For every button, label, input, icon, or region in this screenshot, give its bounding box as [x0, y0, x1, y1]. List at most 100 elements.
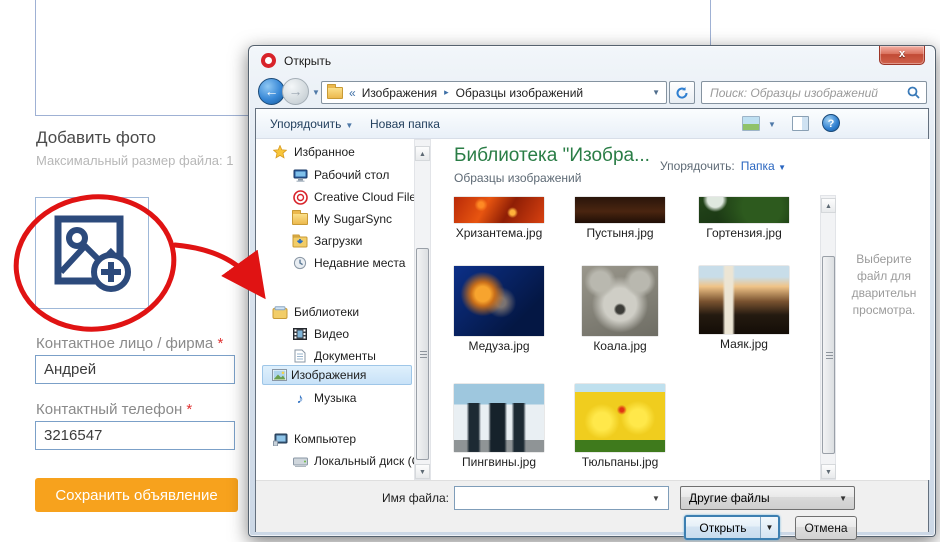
add-photo-title: Добавить фото — [36, 128, 156, 148]
contact-name-input[interactable] — [35, 355, 235, 384]
folder-icon — [327, 87, 343, 99]
preview-text-line: просмотра. — [838, 302, 930, 319]
file-thumbnail — [582, 266, 658, 336]
filename-label: Имя файла: — [382, 491, 449, 505]
address-dropdown-icon[interactable]: ▼ — [652, 88, 660, 97]
search-icon[interactable] — [907, 86, 920, 99]
filetype-select[interactable]: Другие файлы ▼ — [680, 486, 855, 510]
sidebar-item-favorites[interactable]: Избранное — [272, 142, 355, 162]
file-thumbnail — [575, 197, 665, 223]
scrollbar-thumb[interactable] — [416, 248, 429, 460]
file-item[interactable]: Пустыня.jpg — [564, 197, 676, 240]
open-split-arrow-icon[interactable]: ▼ — [760, 517, 778, 538]
breadcrumb[interactable]: « Изображения ▸ Образцы изображений ▼ — [321, 81, 667, 104]
file-list-scrollbar[interactable]: ▲ ▼ — [820, 195, 836, 480]
chevron-down-icon: ▼ — [839, 494, 847, 503]
close-button[interactable]: x — [879, 46, 925, 65]
open-button-group: Открыть ▼ — [684, 515, 780, 540]
pictures-icon — [271, 367, 287, 383]
file-list: Библиотека "Изобра... Образцы изображени… — [432, 139, 820, 480]
preview-pane-icon[interactable] — [792, 116, 809, 131]
breadcrumb-item-sample-pictures[interactable]: Образцы изображений — [456, 86, 583, 100]
sidebar-item-creative-cloud[interactable]: Creative Cloud Files — [292, 187, 422, 207]
file-item[interactable]: Медуза.jpg — [443, 266, 555, 353]
back-button[interactable]: ← — [258, 78, 285, 105]
file-thumbnail — [454, 266, 544, 336]
scroll-up-icon[interactable]: ▲ — [821, 198, 836, 213]
scroll-down-icon[interactable]: ▼ — [415, 464, 430, 479]
star-icon — [272, 144, 288, 160]
search-placeholder: Поиск: Образцы изображений — [710, 86, 878, 100]
chevron-down-icon: ▼ — [345, 121, 353, 130]
red-arrow-annotation — [175, 245, 254, 283]
sidebar-item-libraries[interactable]: Библиотеки — [272, 302, 359, 322]
sidebar-item-recent-places[interactable]: Недавние места — [292, 253, 405, 273]
scroll-down-icon[interactable]: ▼ — [821, 464, 836, 479]
file-item[interactable]: Гортензия.jpg — [688, 197, 800, 240]
preview-pane: Выберите файл для дварительн просмотра. — [838, 139, 930, 480]
desktop-icon — [292, 167, 308, 183]
sidebar-item-sugarsync[interactable]: My SugarSync — [292, 209, 392, 229]
library-title: Библиотека "Изобра... — [454, 145, 650, 167]
sidebar-scrollbar[interactable]: ▲ ▼ — [414, 139, 431, 480]
upload-photo-dropzone[interactable] — [35, 197, 149, 309]
back-icon: ← — [265, 83, 279, 99]
sidebar-item-local-disk[interactable]: Локальный диск (C — [292, 451, 420, 471]
sidebar-item-pictures[interactable]: Изображения — [262, 365, 412, 385]
dialog-footer: Имя файла: ▼ Другие файлы ▼ Открыть ▼ От… — [256, 480, 928, 532]
opera-icon — [261, 53, 276, 68]
breadcrumb-prefix[interactable]: « — [349, 86, 356, 100]
sidebar-item-desktop[interactable]: Рабочий стол — [292, 165, 389, 185]
file-item[interactable]: Тюльпаны.jpg — [564, 384, 676, 469]
help-icon[interactable]: ? — [822, 114, 840, 132]
forward-icon: → — [289, 83, 303, 99]
scrollbar-thumb[interactable] — [822, 256, 835, 454]
library-subtitle: Образцы изображений — [454, 171, 581, 185]
preview-text-line: Выберите — [838, 251, 930, 268]
open-button[interactable]: Открыть — [686, 517, 760, 538]
address-bar: ← → ▼ « Изображения ▸ Образцы изображени… — [249, 77, 935, 107]
open-file-dialog: Открыть x ← → ▼ « Изображения ▸ Образцы … — [248, 45, 936, 537]
contact-name-label: Контактное лицо / фирма * — [36, 335, 223, 352]
sidebar-item-downloads[interactable]: Загрузки — [292, 231, 362, 251]
forward-button[interactable]: → — [282, 78, 309, 105]
file-thumbnail — [454, 384, 544, 452]
documents-icon — [292, 348, 308, 364]
dialog-title: Открыть — [284, 54, 331, 68]
refresh-button[interactable] — [669, 81, 695, 104]
folder-icon — [292, 211, 308, 227]
breadcrumb-item-pictures[interactable]: Изображения — [362, 86, 437, 100]
sidebar-item-documents[interactable]: Документы — [292, 346, 376, 366]
dialog-titlebar[interactable]: Открыть x — [249, 46, 935, 76]
file-thumbnail — [575, 384, 665, 452]
preview-text-line: дварительн — [838, 285, 930, 302]
organize-menu[interactable]: Упорядочить▼ — [270, 117, 353, 131]
arrange-by: Упорядочить:Папка ▼ — [660, 159, 786, 173]
search-box[interactable]: Поиск: Образцы изображений — [701, 81, 927, 104]
file-item[interactable]: Хризантема.jpg — [443, 197, 555, 240]
cancel-button[interactable]: Отмена — [795, 516, 857, 540]
nav-history-dropdown-icon[interactable]: ▼ — [312, 88, 320, 97]
chevron-down-icon[interactable]: ▼ — [778, 163, 786, 172]
disk-icon — [292, 453, 308, 469]
downloads-icon — [292, 233, 308, 249]
creative-cloud-icon — [292, 189, 308, 205]
file-item[interactable]: Маяк.jpg — [688, 266, 800, 351]
dialog-content: Упорядочить▼ Новая папка ▼ ? Избранное Р… — [255, 108, 929, 532]
contact-phone-input[interactable] — [35, 421, 235, 450]
new-folder-button[interactable]: Новая папка — [370, 117, 440, 131]
file-item[interactable]: Пингвины.jpg — [443, 384, 555, 469]
max-file-size-note: Максимальный размер файла: 1 — [36, 153, 233, 168]
sidebar-item-music[interactable]: ♪ Музыка — [292, 388, 356, 408]
music-icon: ♪ — [292, 390, 308, 406]
sidebar-item-computer[interactable]: Компьютер — [272, 429, 356, 449]
sidebar-item-video[interactable]: Видео — [292, 324, 349, 344]
views-dropdown-icon[interactable]: ▼ — [768, 120, 776, 129]
save-ad-button[interactable]: Сохранить объявление — [35, 478, 238, 512]
filename-input[interactable] — [454, 486, 669, 510]
views-icon[interactable] — [742, 116, 760, 131]
file-item[interactable]: Коала.jpg — [564, 266, 676, 353]
arrange-value[interactable]: Папка — [741, 159, 775, 173]
recent-places-icon — [292, 255, 308, 271]
scroll-up-icon[interactable]: ▲ — [415, 146, 430, 161]
